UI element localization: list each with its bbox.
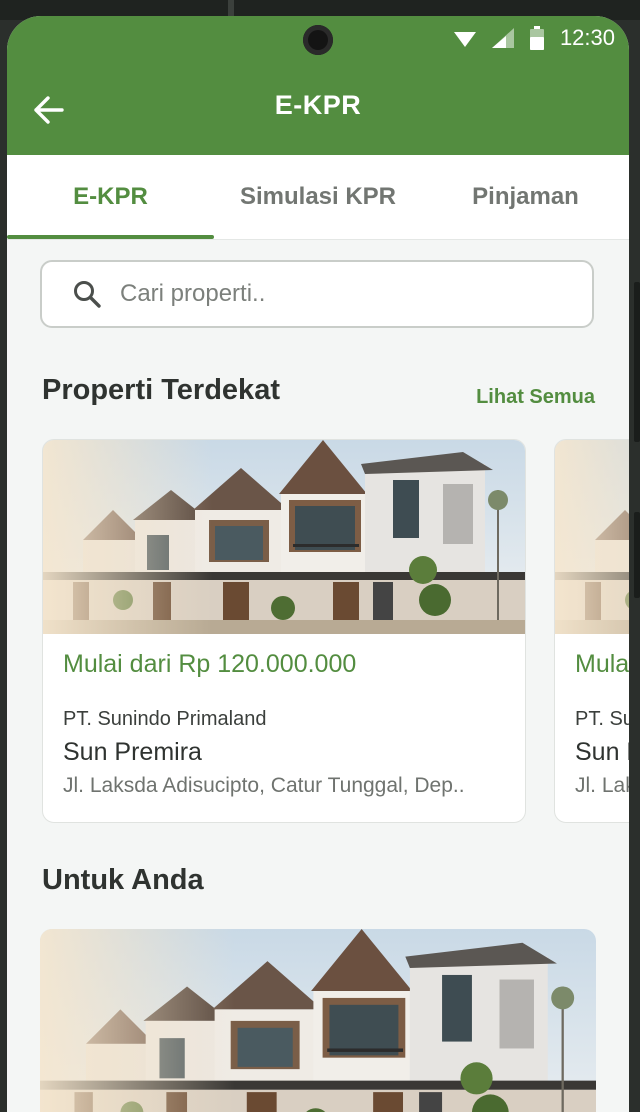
property-image <box>43 440 525 634</box>
status-bar: 12:30 <box>453 25 615 51</box>
wifi-icon <box>453 29 476 47</box>
property-image <box>555 440 629 634</box>
status-time: 12:30 <box>559 25 615 50</box>
tab-ekpr[interactable]: E-KPR <box>7 155 214 239</box>
tab-bar: E-KPR Simulasi KPR Pinjaman <box>7 155 629 240</box>
property-developer: PT. Sunindo Primaland <box>575 708 629 730</box>
property-address: Jl. Laksda Adisucipto, Catur Tunggal, De… <box>63 774 465 797</box>
page-title: E-KPR <box>274 90 362 120</box>
property-price: Mulai dari Rp 120.000.000 <box>63 650 357 678</box>
battery-icon <box>529 26 544 50</box>
tab-pinjaman[interactable]: Pinjaman <box>422 155 629 239</box>
signal-icon <box>491 28 514 48</box>
search-icon <box>74 281 101 308</box>
power-button <box>634 512 640 598</box>
for-you-section-title: Untuk Anda <box>42 864 204 896</box>
tab-simulasi-kpr[interactable]: Simulasi KPR <box>214 155 422 239</box>
property-card[interactable]: Mulai dari Rp 120.000.000 PT. Sunindo Pr… <box>42 439 526 823</box>
property-developer: PT. Sunindo Primaland <box>63 708 267 730</box>
search-input[interactable] <box>118 279 542 309</box>
app-bar: 12:30 E-KPR <box>7 16 629 155</box>
property-name: Sun Premira <box>575 738 629 766</box>
app-screen: 12:30 E-KPR E-KPR Simulasi KPR Pinjaman … <box>7 16 629 1112</box>
property-address: Jl. Laksda Adisucipto, Catur Tunggal, De… <box>575 774 629 797</box>
front-camera <box>303 25 333 55</box>
property-price: Mulai dari Rp 120.000.000 <box>575 650 629 678</box>
search-box[interactable] <box>40 260 594 328</box>
for-you-property-image[interactable] <box>40 929 596 1112</box>
property-card[interactable]: Mulai dari Rp 120.000.000 PT. Sunindo Pr… <box>554 439 629 823</box>
tab-indicator <box>7 235 214 239</box>
nearby-section-title: Properti Terdekat <box>42 374 280 406</box>
volume-button <box>634 282 640 442</box>
property-name: Sun Premira <box>63 738 202 766</box>
see-all-link[interactable]: Lihat Semua <box>476 386 595 409</box>
